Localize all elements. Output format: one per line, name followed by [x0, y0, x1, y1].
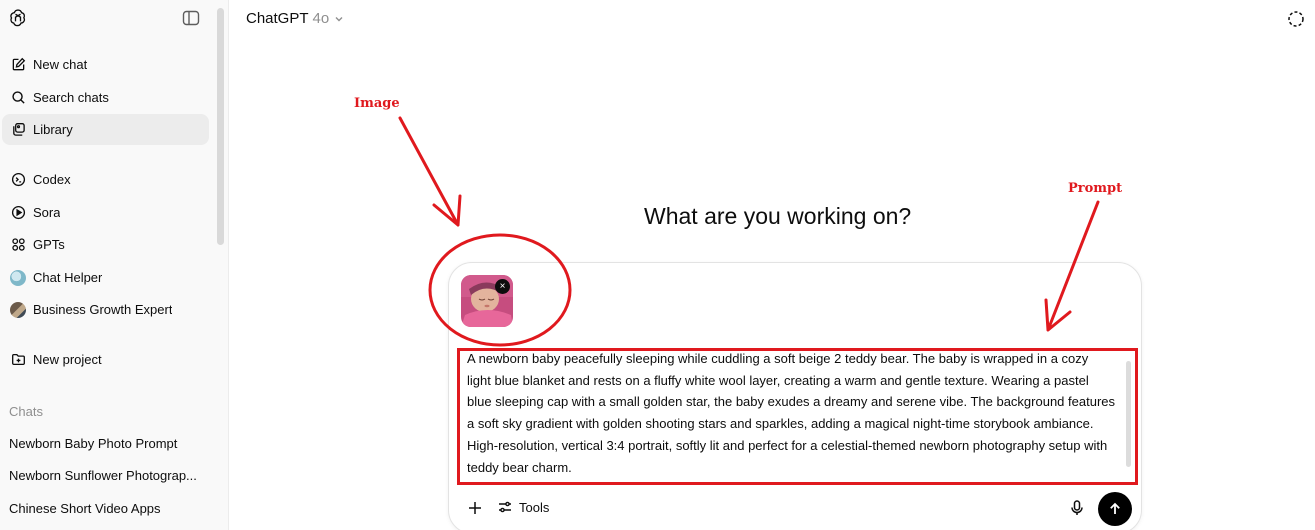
remove-attachment-button[interactable]: ×	[495, 279, 510, 294]
temporary-chat-icon[interactable]	[1287, 10, 1305, 28]
sidebar-item-sora[interactable]: Sora	[2, 197, 209, 228]
folder-plus-icon	[9, 351, 27, 369]
sidebar-item-label: New chat	[33, 57, 88, 72]
sidebar-item-new-project[interactable]: New project	[2, 344, 209, 375]
sidebar-item-label: Search chats	[33, 90, 109, 105]
chats-section-heading: Chats	[9, 404, 43, 419]
app-window: New chat Search chats Library Codex Sora	[0, 0, 1315, 530]
codex-icon	[9, 171, 27, 189]
sidebar-item-gpts[interactable]: GPTs	[2, 229, 209, 260]
prompt-highlight-box	[457, 348, 1138, 485]
sidebar-toggle-icon[interactable]	[182, 10, 200, 26]
library-icon	[9, 121, 27, 139]
sidebar-item-business-growth-expert[interactable]: Business Growth Expert	[2, 294, 209, 325]
sidebar-item-new-chat[interactable]: New chat	[2, 49, 209, 80]
business-growth-avatar	[9, 301, 27, 319]
image-annotation-label: Image	[354, 96, 400, 111]
edit-icon	[9, 56, 27, 74]
sidebar-item-label: Codex	[33, 172, 71, 187]
model-selector[interactable]: ChatGPT 4o	[246, 10, 345, 27]
prompt-annotation-label: Prompt	[1068, 181, 1123, 196]
model-name: ChatGPT	[246, 10, 309, 27]
sidebar-item-codex[interactable]: Codex	[2, 164, 209, 195]
sidebar-item-chat-helper[interactable]: Chat Helper	[2, 262, 209, 293]
tools-label: Tools	[519, 499, 550, 515]
sidebar: New chat Search chats Library Codex Sora	[0, 0, 229, 530]
sidebar-item-label: New project	[33, 352, 102, 367]
model-version: 4o	[312, 10, 330, 27]
send-button[interactable]	[1098, 492, 1132, 526]
openai-logo-icon[interactable]	[8, 8, 28, 28]
sidebar-header	[0, 0, 229, 38]
microphone-icon[interactable]	[1068, 499, 1086, 517]
sidebar-item-label: Library	[33, 122, 73, 137]
arrow-up-icon	[1110, 502, 1120, 514]
tools-sliders-icon	[499, 501, 511, 513]
sidebar-scrollbar[interactable]	[217, 8, 224, 245]
chat-history-item[interactable]: Newborn Sunflower Photograp...	[9, 468, 197, 483]
sidebar-item-library[interactable]: Library	[2, 114, 209, 145]
search-icon	[9, 89, 27, 107]
play-circle-icon	[9, 204, 27, 222]
grid-icon	[9, 236, 27, 254]
tools-button[interactable]: Tools	[497, 499, 549, 515]
sidebar-item-search-chats[interactable]: Search chats	[2, 82, 209, 113]
sidebar-item-label: Business Growth Expert	[33, 302, 173, 317]
plus-icon[interactable]	[466, 499, 484, 517]
chat-helper-avatar	[9, 269, 27, 287]
chat-history-item[interactable]: Chinese Short Video Apps	[9, 501, 161, 516]
sidebar-item-label: GPTs	[33, 237, 65, 252]
sidebar-item-label: Chat Helper	[33, 270, 103, 285]
chevron-down-icon	[335, 16, 343, 21]
chat-history-item[interactable]: Newborn Baby Photo Prompt	[9, 436, 177, 451]
page-title: What are you working on?	[644, 203, 912, 229]
sidebar-item-label: Sora	[33, 205, 61, 220]
